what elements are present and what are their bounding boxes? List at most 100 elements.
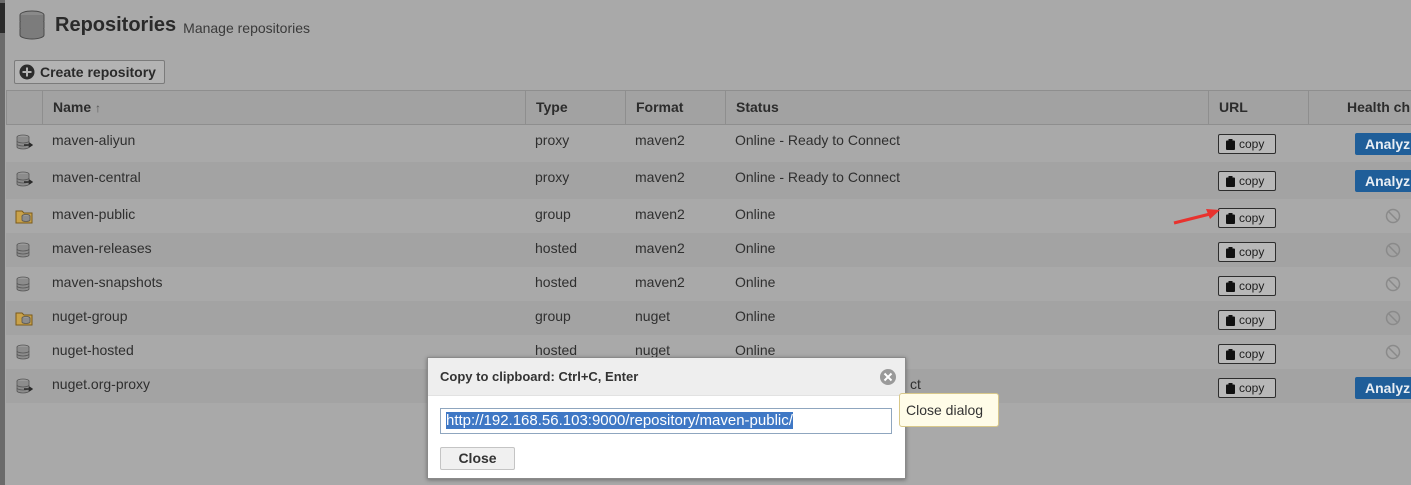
page-subtitle: Manage repositories <box>183 19 311 36</box>
proxy-repo-icon <box>15 378 34 394</box>
clipboard-icon <box>1226 212 1235 224</box>
sort-ascending-icon: ↑ <box>95 101 102 115</box>
close-icon[interactable] <box>879 368 897 386</box>
table-row[interactable]: maven-releases hosted maven2 Online copy <box>6 233 1411 267</box>
copy-url-label: copy <box>1239 174 1265 188</box>
copy-url-label: copy <box>1239 211 1265 225</box>
group-repo-icon <box>15 208 33 224</box>
table-row[interactable]: maven-aliyun proxy maven2 Online - Ready to… <box>6 125 1411 162</box>
analyze-button[interactable]: Analyz <box>1355 377 1411 399</box>
column-header-health-check[interactable]: Health ch <box>1308 91 1411 124</box>
page-title: Repositories <box>55 13 177 36</box>
window-edge-notch <box>0 3 5 33</box>
column-header-type[interactable]: Type <box>525 91 625 124</box>
page-header: Repositories Manage repositories <box>18 8 310 42</box>
table-row[interactable]: nuget-group group nuget Online copy <box>6 301 1411 335</box>
repository-format: maven2 <box>635 132 685 148</box>
database-icon <box>19 10 45 40</box>
window-edge <box>0 0 5 485</box>
group-repo-icon <box>15 310 33 326</box>
copy-url-label: copy <box>1239 137 1265 151</box>
clipboard-icon <box>1226 138 1235 150</box>
repository-status: Online <box>735 342 776 358</box>
icon-column-header <box>6 91 42 124</box>
column-header-name[interactable]: Name ↑ <box>42 91 525 124</box>
repository-format: nuget <box>635 308 671 324</box>
copy-url-button[interactable]: copy <box>1218 134 1276 154</box>
clipboard-icon <box>1226 246 1235 258</box>
copy-url-button[interactable]: copy <box>1218 171 1276 191</box>
repository-status: Online - Ready to Connect <box>735 169 900 185</box>
copy-url-label: copy <box>1239 347 1265 361</box>
dialog-header: Copy to clipboard: Ctrl+C, Enter <box>428 358 905 396</box>
plus-circle-icon <box>19 64 35 80</box>
analyze-button[interactable]: Analyz <box>1355 170 1411 192</box>
repository-type: proxy <box>535 169 570 185</box>
repository-format: maven2 <box>635 169 685 185</box>
clipboard-icon <box>1226 314 1235 326</box>
copy-url-label: copy <box>1239 245 1265 259</box>
repository-type: proxy <box>535 132 570 148</box>
table-row[interactable]: maven-snapshots hosted maven2 Online copy <box>6 267 1411 301</box>
not-available-icon <box>1385 344 1401 360</box>
copy-url-label: copy <box>1239 279 1265 293</box>
repository-name: maven-snapshots <box>52 274 163 290</box>
copy-to-clipboard-dialog: Copy to clipboard: Ctrl+C, Enter http://… <box>427 357 906 479</box>
repository-name: nuget-group <box>52 308 128 324</box>
hosted-repo-icon <box>15 242 33 258</box>
repository-type: hosted <box>535 240 578 256</box>
repository-format: maven2 <box>635 274 685 290</box>
copy-url-button[interactable]: copy <box>1218 378 1276 398</box>
repository-format: maven2 <box>635 206 685 222</box>
clipboard-icon <box>1226 175 1235 187</box>
repository-name: nuget.org-proxy <box>52 376 151 392</box>
repository-format: nuget <box>635 342 671 358</box>
create-repository-button[interactable]: Create repository <box>14 60 165 84</box>
repository-status: Online <box>735 240 776 256</box>
repository-name: maven-aliyun <box>52 132 136 148</box>
column-header-url[interactable]: URL <box>1208 91 1308 124</box>
analyze-button[interactable]: Analyz <box>1355 133 1411 155</box>
grid-header: Name ↑ Type Format Status URL Health ch <box>6 90 1411 125</box>
repository-name: nuget-hosted <box>52 342 134 358</box>
hosted-repo-icon <box>15 276 33 292</box>
column-header-status[interactable]: Status <box>725 91 1208 124</box>
not-available-icon <box>1385 276 1401 292</box>
url-field[interactable]: http://192.168.56.103:9000/repository/ma… <box>440 408 892 434</box>
table-row[interactable]: maven-central proxy maven2 Online - Ready t… <box>6 162 1411 199</box>
close-dialog-tooltip: Close dialog <box>899 393 999 427</box>
repository-name: maven-releases <box>52 240 152 256</box>
create-repository-label: Create repository <box>40 64 156 80</box>
copy-url-button[interactable]: copy <box>1218 208 1276 228</box>
hosted-repo-icon <box>15 344 33 360</box>
not-available-icon <box>1385 310 1401 326</box>
proxy-repo-icon <box>15 134 34 150</box>
close-button[interactable]: Close <box>440 447 515 470</box>
repository-status: Online <box>735 308 776 324</box>
column-header-format[interactable]: Format <box>625 91 725 124</box>
copy-url-label: copy <box>1239 381 1265 395</box>
not-available-icon <box>1385 208 1401 224</box>
repository-type: group <box>535 206 571 222</box>
copy-url-button[interactable]: copy <box>1218 242 1276 262</box>
clipboard-icon <box>1226 280 1235 292</box>
not-available-icon <box>1385 242 1401 258</box>
url-field-selected-text: http://192.168.56.103:9000/repository/ma… <box>446 412 793 429</box>
clipboard-icon <box>1226 348 1235 360</box>
dialog-title: Copy to clipboard: Ctrl+C, Enter <box>440 369 639 384</box>
copy-url-button[interactable]: copy <box>1218 344 1276 364</box>
copy-url-button[interactable]: copy <box>1218 276 1276 296</box>
repository-format: maven2 <box>635 240 685 256</box>
clipboard-icon <box>1226 382 1235 394</box>
repository-name: maven-central <box>52 169 141 185</box>
repository-type: hosted <box>535 342 578 358</box>
annotation-arrow-icon <box>1173 209 1220 225</box>
copy-url-label: copy <box>1239 313 1265 327</box>
proxy-repo-icon <box>15 171 34 187</box>
repository-name: maven-public <box>52 206 136 222</box>
repository-status: Online - Ready to Connect <box>735 132 900 148</box>
column-header-name-label: Name <box>53 99 92 115</box>
repository-status: Online <box>735 206 776 222</box>
copy-url-button[interactable]: copy <box>1218 310 1276 330</box>
repository-type: hosted <box>535 274 578 290</box>
